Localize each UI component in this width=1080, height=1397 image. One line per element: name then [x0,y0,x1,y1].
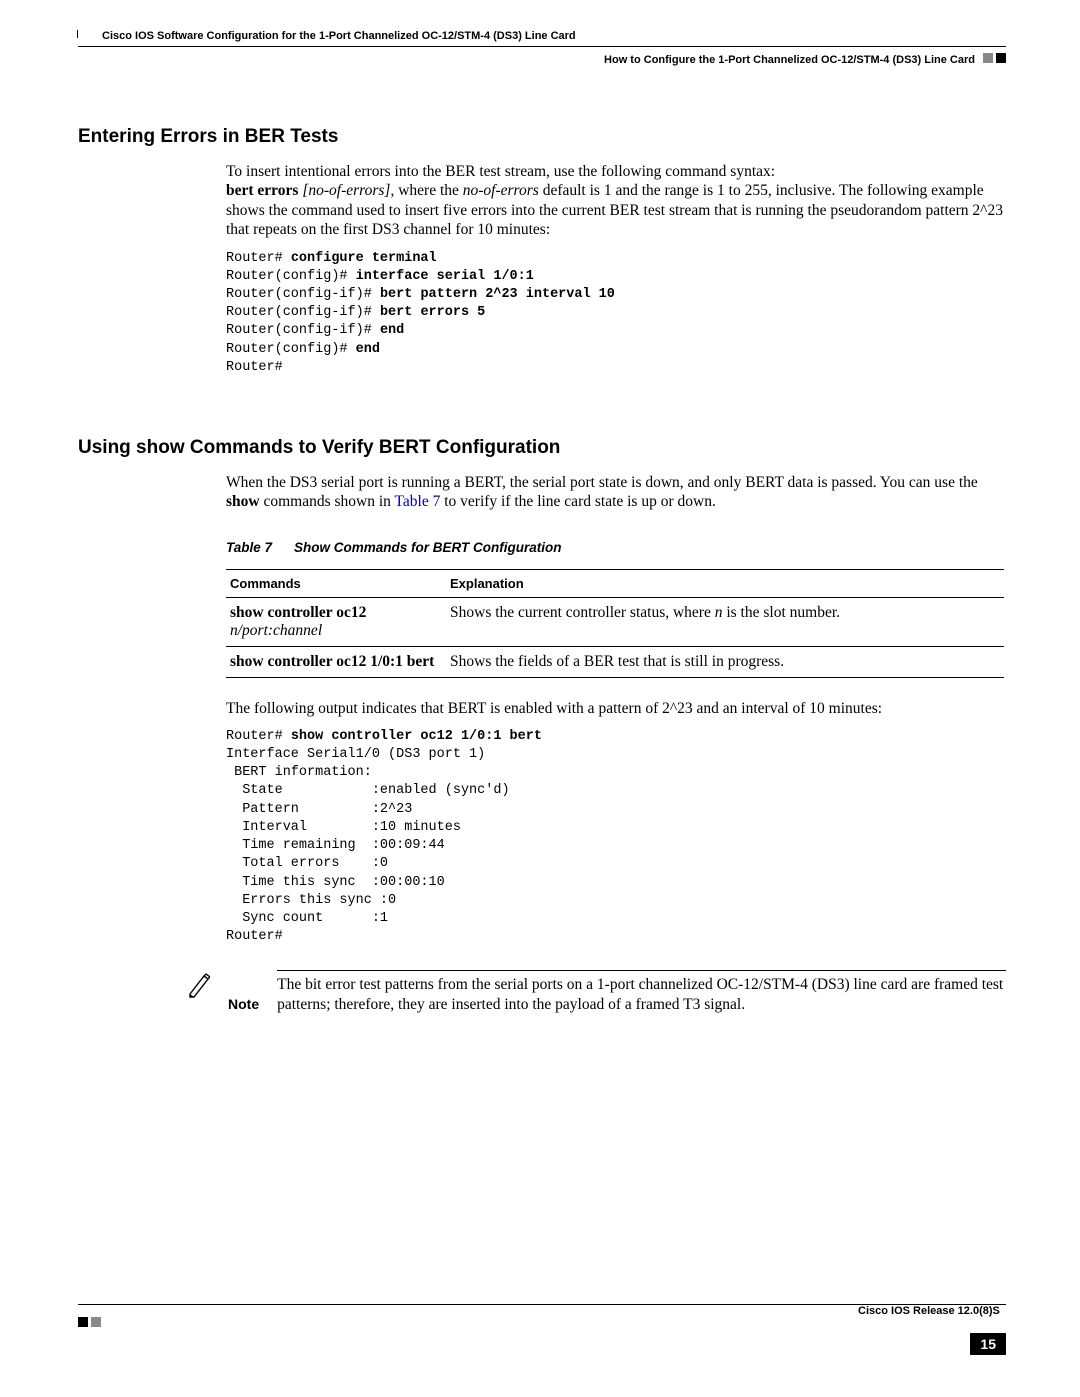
code-l6b: end [356,342,380,357]
section1-paragraph: To insert intentional errors into the BE… [226,162,1006,240]
table-caption: Table 7 Show Commands for BERT Configurat… [226,540,1006,555]
s2p1-bold: show [226,493,260,510]
table-number: Table 7 [226,540,272,555]
note-text: The bit error test patterns from the ser… [277,970,1006,1014]
bert-commands-table: Commands Explanation show controller oc1… [226,569,1004,678]
s1-ital2: no-of-errors [463,182,539,199]
code-l2a: Router(config)# [226,269,356,284]
r1c2-b: is the slot number. [722,604,840,621]
code2-rest: Interface Serial1/0 (DS3 port 1) BERT in… [226,747,510,944]
header-section-title: How to Configure the 1-Port Channelized … [604,50,975,66]
note-block: Note The bit error test patterns from th… [188,970,1006,1014]
code-l5a: Router(config-if)# [226,323,380,338]
s1-rest1: , where the [390,182,462,199]
cell-cmd-1: show controller oc12 n/port:channel [226,597,446,646]
code2-l1a: Router# [226,729,291,744]
table-title: Show Commands for BERT Configuration [294,540,562,555]
r1c1-ital: n/port:channel [230,622,322,639]
pencil-icon [188,970,210,1003]
s2p1-b: commands shown in [260,493,395,510]
page-footer: Cisco IOS Release 12.0(8)S 15 [78,1304,1006,1355]
r1c2-a: Shows the current controller status, whe… [450,604,715,621]
footer-marks [78,1317,1006,1327]
th-commands: Commands [226,569,446,597]
table-header-row: Commands Explanation [226,569,1004,597]
s2p1-a: When the DS3 serial port is running a BE… [226,474,978,491]
footer-release: Cisco IOS Release 12.0(8)S [858,1305,1000,1317]
cell-cmd-2: show controller oc12 1/0:1 bert [226,646,446,677]
code-l5b: end [380,323,404,338]
table-row: show controller oc12 1/0:1 bert Shows th… [226,646,1004,677]
code-l4a: Router(config-if)# [226,305,380,320]
code2-l1b: show controller oc12 1/0:1 bert [291,729,542,744]
table-row: show controller oc12 n/port:channel Show… [226,597,1004,646]
header-rule [78,46,1006,47]
section2-code-block: Router# show controller oc12 1/0:1 bert … [226,728,1006,947]
r2c1: show controller oc12 1/0:1 bert [230,653,434,670]
cell-exp-1: Shows the current controller status, whe… [446,597,1004,646]
s1-bold: bert errors [226,182,298,199]
section-heading-1: Entering Errors in BER Tests [78,126,1006,148]
code-l6a: Router(config)# [226,342,356,357]
r1c1-bold: show controller oc12 [230,604,366,621]
section2-paragraph-2: The following output indicates that BERT… [226,700,1006,718]
s2p1-link: Table 7 [395,493,441,510]
footer-release-row: Cisco IOS Release 12.0(8)S [78,1305,1006,1327]
page-number: 15 [970,1333,1006,1355]
section1-code-block: Router# configure terminal Router(config… [226,250,1006,378]
section-heading-2: Using show Commands to Verify BERT Confi… [78,437,1006,459]
th-explanation: Explanation [446,569,1004,597]
header-chapter-title: Cisco IOS Software Configuration for the… [78,30,576,46]
code-l2b: interface serial 1/0:1 [356,269,534,284]
crop-mark-top-left [70,30,78,38]
s2p1-c: to verify if the line card state is up o… [440,493,715,510]
note-label: Note [228,970,265,1014]
cell-exp-2: Shows the fields of a BER test that is s… [446,646,1004,677]
code-l4b: bert errors 5 [380,305,485,320]
code-l7: Router# [226,360,283,375]
code-l3a: Router(config-if)# [226,287,380,302]
section2-paragraph-1: When the DS3 serial port is running a BE… [226,473,1006,512]
s1-ital1: [no-of-errors] [298,182,390,199]
s1-text-a: To insert intentional errors into the BE… [226,163,775,180]
code-l1b: configure terminal [291,251,437,266]
header-marks [983,53,1006,63]
code-l1a: Router# [226,251,291,266]
code-l3b: bert pattern 2^23 interval 10 [380,287,615,302]
